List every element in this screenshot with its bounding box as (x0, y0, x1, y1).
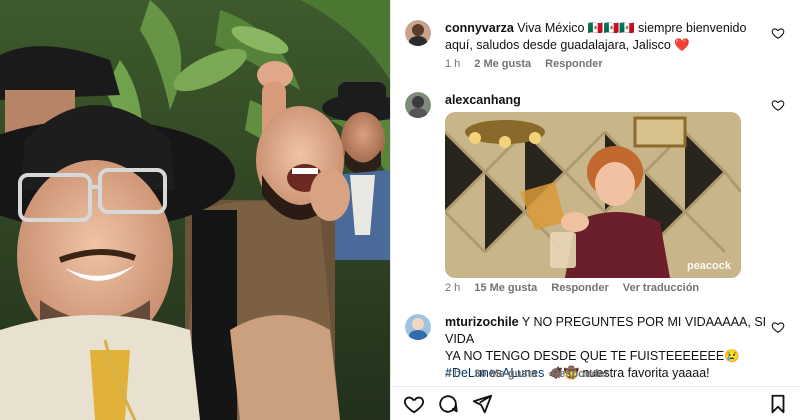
post-photo (0, 0, 390, 420)
comment-likes[interactable]: 2 Me gusta (474, 58, 531, 70)
comment-time: 4 h (445, 368, 461, 380)
comment-gif[interactable]: peacock (445, 112, 741, 278)
comment-text: connyvarza Viva México 🇲🇽🇲🇽🇲🇽 siempre bi… (445, 20, 775, 54)
comment-text: alexcanhang (445, 92, 775, 109)
gif-watermark: peacock (686, 260, 731, 272)
like-comment-heart-icon[interactable] (771, 98, 785, 112)
avatar[interactable] (405, 314, 431, 340)
comment-body-line2: YA NO TENGO DESDE QUE TE FUISTEEEEEEE😢 (445, 349, 740, 363)
like-comment-heart-icon[interactable] (771, 320, 785, 334)
avatar[interactable] (405, 20, 431, 46)
comment-meta: 2 h 15 Me gusta Responder Ver traducción (445, 282, 699, 294)
comment-time: 1 h (445, 58, 461, 70)
avatar[interactable] (405, 92, 431, 118)
translate-link[interactable]: Ver traducción (623, 282, 699, 294)
comment-username[interactable]: connyvarza (445, 21, 514, 35)
reply-link[interactable]: Responder (545, 58, 602, 70)
comment-meta: 4 h 30 Me gusta Responder (445, 368, 609, 380)
share-icon[interactable] (471, 393, 493, 415)
comment-username[interactable]: alexcanhang (445, 93, 521, 107)
comment-meta: 1 h 2 Me gusta Responder (445, 58, 603, 70)
like-comment-heart-icon[interactable] (771, 26, 785, 40)
reply-link[interactable]: Responder (551, 282, 608, 294)
post-media[interactable] (0, 0, 390, 420)
gif-image (445, 112, 741, 278)
comment-likes[interactable]: 30 Me gusta (474, 368, 537, 380)
comment-time: 2 h (445, 282, 461, 294)
comments-panel: connyvarza Viva México 🇲🇽🇲🇽🇲🇽 siempre bi… (390, 0, 800, 420)
heart-icon[interactable] (403, 393, 425, 415)
post-action-bar (391, 386, 800, 420)
comment-icon[interactable] (437, 393, 459, 415)
bookmark-icon[interactable] (767, 393, 789, 415)
reply-link[interactable]: Responder (551, 368, 608, 380)
comment-likes[interactable]: 15 Me gusta (474, 282, 537, 294)
comment-username[interactable]: mturizochile (445, 315, 519, 329)
